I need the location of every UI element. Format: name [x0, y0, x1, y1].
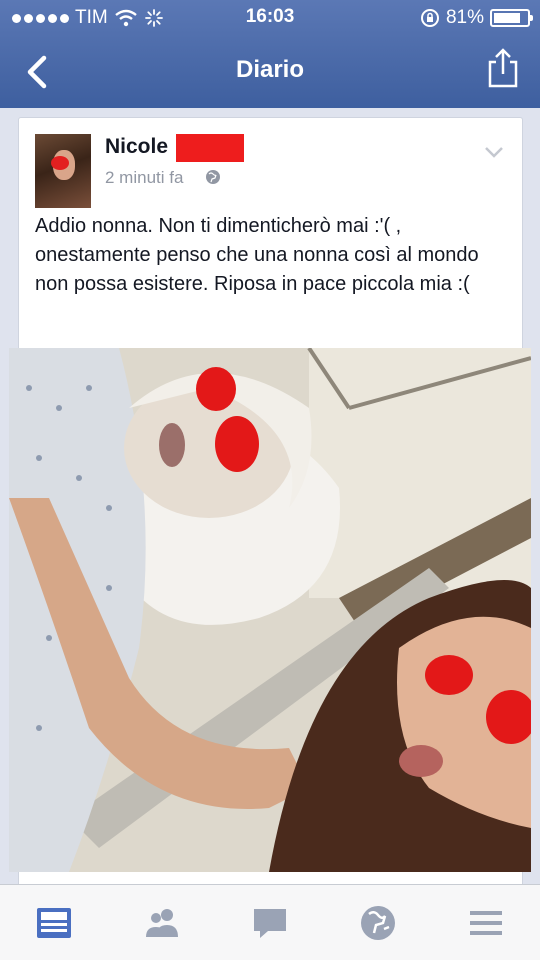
battery-percent: 81% [445, 7, 484, 28]
navigation-bar: Diario [0, 36, 540, 108]
avatar[interactable] [35, 134, 91, 208]
menu-icon [470, 910, 502, 935]
post-author[interactable]: Nicole [105, 135, 168, 159]
header: TIM 16:03 81% Diario [0, 0, 540, 108]
post-text: Addio nonna. Non ti dimenticherò mai :'(… [35, 215, 479, 295]
status-right: 81% [420, 7, 533, 29]
post-photo[interactable] [9, 348, 531, 872]
friend-requests-icon [146, 908, 178, 937]
messages-icon [254, 908, 286, 938]
tab-friend-requests[interactable] [108, 885, 216, 960]
share-button[interactable] [486, 46, 520, 90]
name-redaction [176, 134, 244, 162]
notifications-globe-icon [361, 905, 395, 940]
tab-bar [0, 884, 540, 960]
tab-notifications[interactable] [324, 885, 432, 960]
rotation-lock-icon [420, 9, 439, 27]
chevron-down-icon[interactable] [484, 146, 504, 158]
tab-menu[interactable] [432, 885, 540, 960]
status-bar: TIM 16:03 81% [0, 0, 540, 36]
post-timestamp[interactable]: 2 minuti fa [105, 168, 183, 188]
news-feed-icon [37, 907, 71, 938]
battery-icon [490, 9, 533, 27]
photo-illustration [9, 348, 531, 872]
battery-fill [494, 13, 520, 23]
page-title: Diario [235, 56, 304, 83]
avatar-redaction [51, 156, 69, 170]
globe-icon [206, 170, 220, 184]
tab-news-feed[interactable] [0, 885, 108, 960]
tab-messages[interactable] [216, 885, 324, 960]
